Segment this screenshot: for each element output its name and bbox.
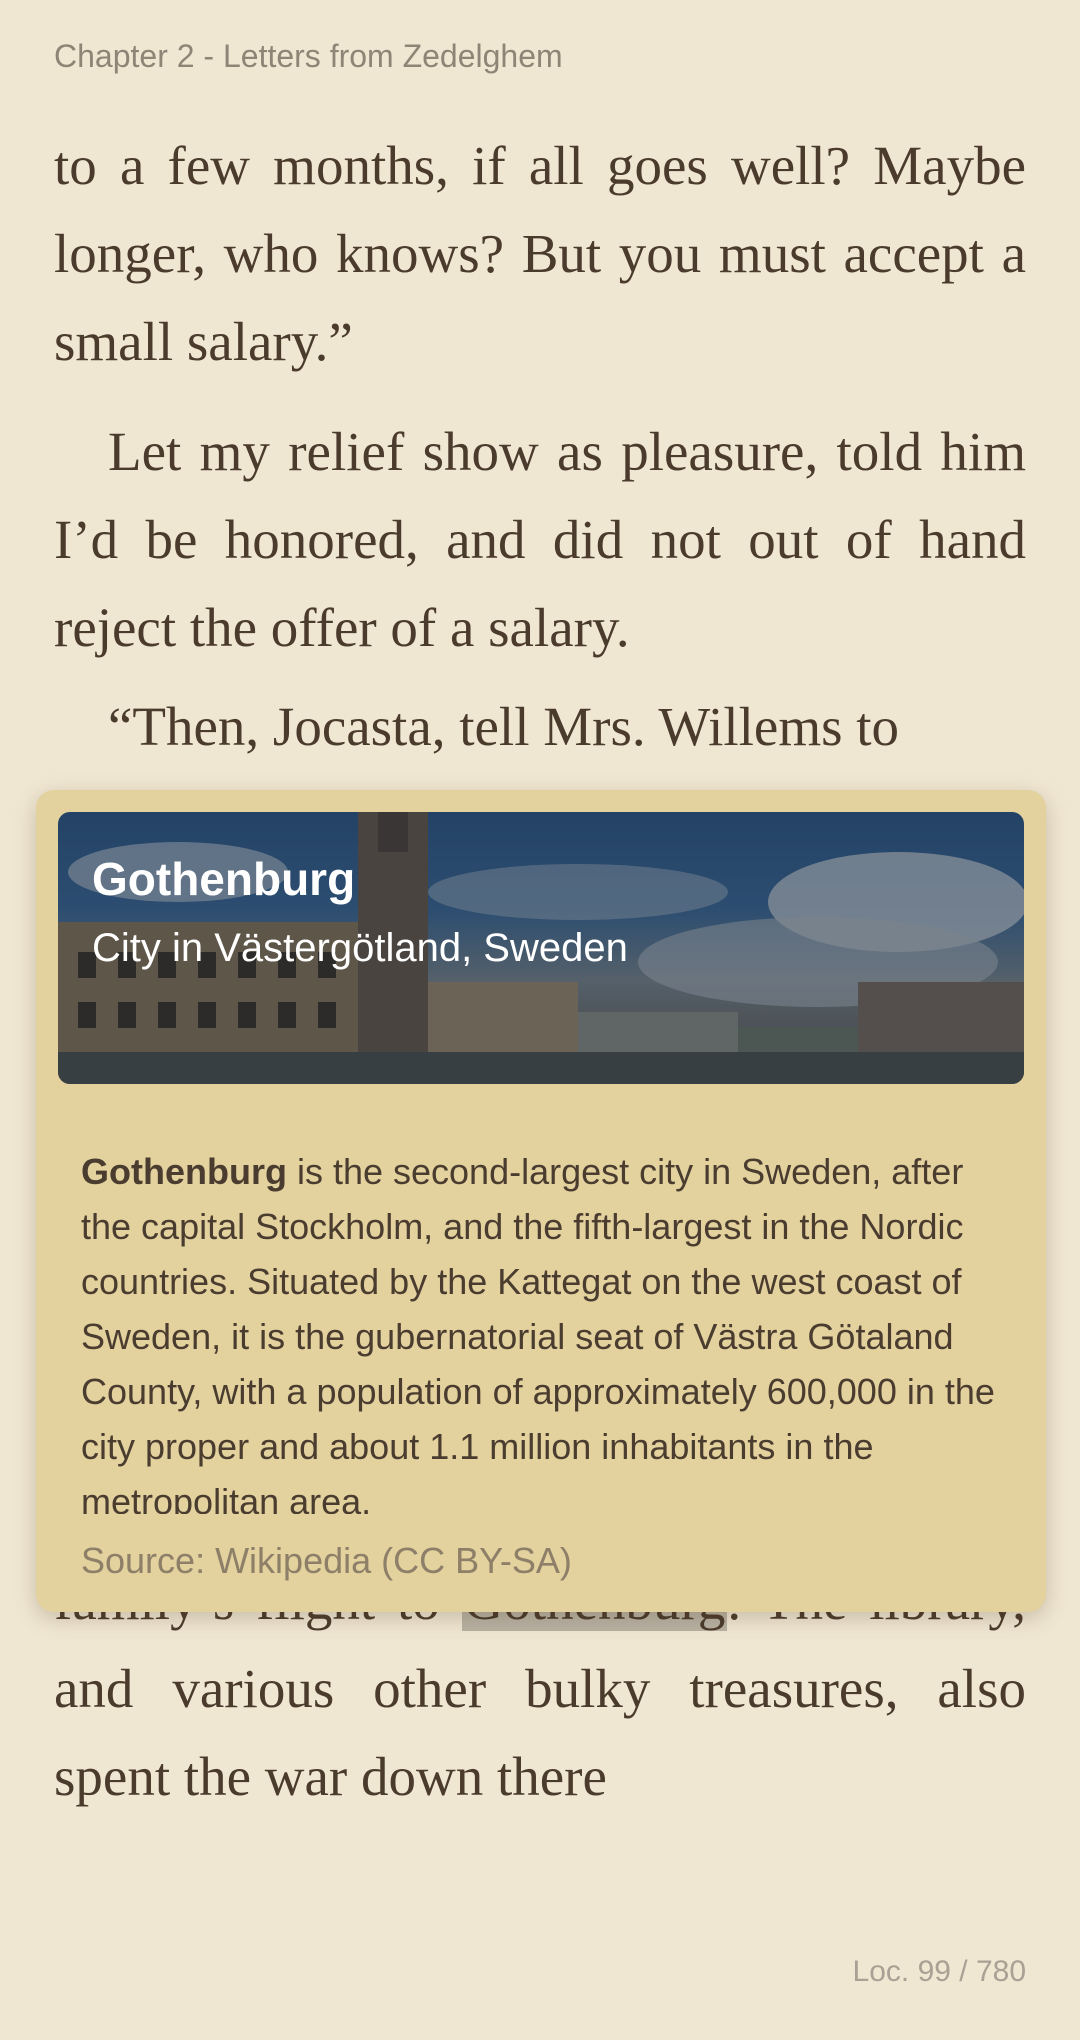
- hero-image: Gothenburg City in Västergötland, Sweden: [58, 812, 1024, 1084]
- chapter-title: Chapter 2 - Letters from Zedelghem: [54, 38, 563, 74]
- paragraph: Let my relief show as pleasure, told him…: [54, 421, 1026, 658]
- source-attribution[interactable]: Source: Wikipedia (CC BY-SA): [81, 1540, 572, 1582]
- book-text[interactable]: “Then, Jocasta, tell Mrs. Willems to: [54, 683, 1026, 771]
- summary-term: Gothenburg: [81, 1151, 287, 1192]
- popup-subtitle: City in Västergötland, Sweden: [92, 926, 628, 970]
- popup-title: Gothenburg: [92, 853, 356, 905]
- book-text[interactable]: Let my relief show as pleasure, told him…: [54, 408, 1026, 672]
- book-text[interactable]: to a few months, if all goes well? Maybe…: [54, 122, 1026, 386]
- popup-summary: Gothenburg is the second-largest city in…: [81, 1144, 1011, 1514]
- location-indicator: Loc. 99 / 780: [852, 1955, 1026, 1988]
- paragraph: to a few months, if all goes well? Maybe…: [54, 135, 1026, 372]
- dictionary-popup[interactable]: Gothenburg City in Västergötland, Sweden…: [36, 790, 1046, 1612]
- summary-text: is the second-largest city in Sweden, af…: [81, 1151, 995, 1514]
- paragraph: “Then, Jocasta, tell Mrs. Willems to: [108, 696, 900, 757]
